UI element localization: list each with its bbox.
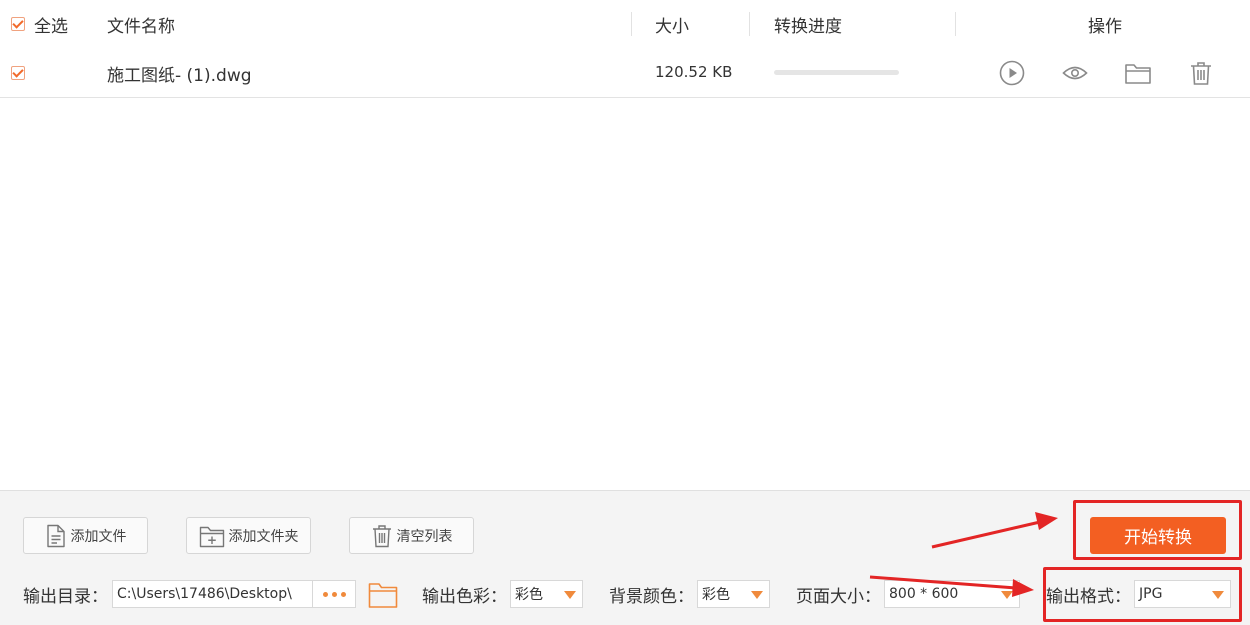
output-color-value: 彩色 — [515, 587, 543, 603]
dropdown-arrow-icon — [564, 591, 576, 599]
column-header-progress: 转换进度 — [774, 17, 842, 37]
conversion-progress-bar — [774, 70, 899, 75]
output-format-select[interactable]: JPG — [1134, 580, 1231, 608]
file-list-header: 全选 文件名称 大小 转换进度 操作 — [0, 0, 1250, 48]
add-folder-button[interactable]: 添加文件夹 — [186, 517, 311, 554]
output-format-value: JPG — [1139, 586, 1163, 602]
column-header-name: 文件名称 — [107, 17, 175, 37]
browse-dir-button[interactable] — [312, 580, 356, 608]
add-folder-icon — [199, 526, 224, 547]
file-checkbox[interactable] — [11, 66, 25, 80]
dropdown-arrow-icon — [751, 591, 763, 599]
background-color-value: 彩色 — [702, 587, 730, 603]
add-file-label: 添加文件 — [70, 528, 127, 545]
select-all-label[interactable]: 全选 — [34, 12, 68, 37]
output-color-select[interactable]: 彩色 — [510, 580, 583, 608]
file-size: 120.52 KB — [655, 63, 733, 81]
settings-panel: 添加文件 添加文件夹 清空列表 开始转换 输出目录： C:\Users\1748… — [0, 490, 1250, 625]
background-color-label: 背景颜色： — [609, 587, 694, 607]
trash-icon — [372, 524, 391, 547]
clear-list-label: 清空列表 — [396, 528, 453, 545]
folder-icon — [1125, 64, 1151, 84]
output-dir-field[interactable]: C:\Users\17486\Desktop\ — [112, 580, 314, 608]
file-name: 施工图纸- (1).dwg — [107, 66, 252, 86]
trash-icon — [1191, 62, 1211, 85]
background-color-select[interactable]: 彩色 — [697, 580, 770, 608]
play-button[interactable] — [997, 58, 1027, 88]
select-all-checkbox[interactable] — [11, 17, 25, 31]
page-size-select[interactable]: 800 * 600 — [884, 580, 1020, 608]
add-file-icon — [46, 524, 65, 547]
clear-list-button[interactable]: 清空列表 — [349, 517, 474, 554]
column-divider — [631, 12, 632, 36]
output-dir-label: 输出目录： — [23, 587, 108, 607]
folder-icon — [368, 583, 398, 608]
delete-button[interactable] — [1186, 58, 1216, 88]
open-folder-button[interactable] — [1123, 58, 1153, 88]
dropdown-arrow-icon — [1001, 591, 1013, 599]
start-convert-button[interactable]: 开始转换 — [1090, 517, 1226, 554]
column-header-actions: 操作 — [1088, 17, 1122, 37]
add-file-button[interactable]: 添加文件 — [23, 517, 148, 554]
page-size-value: 800 * 600 — [889, 586, 959, 602]
preview-button[interactable] — [1060, 58, 1090, 88]
dropdown-arrow-icon — [1212, 591, 1224, 599]
column-divider — [955, 12, 956, 36]
page-size-label: 页面大小： — [796, 587, 881, 607]
open-output-folder-button[interactable] — [368, 579, 398, 613]
output-color-label: 输出色彩： — [422, 587, 507, 607]
play-icon — [999, 60, 1025, 86]
add-folder-label: 添加文件夹 — [228, 528, 299, 545]
column-divider — [749, 12, 750, 36]
output-format-label: 输出格式： — [1046, 587, 1131, 607]
column-header-size: 大小 — [655, 17, 689, 37]
eye-icon — [1062, 66, 1088, 80]
table-row[interactable]: 施工图纸- (1).dwg 120.52 KB — [0, 48, 1250, 98]
